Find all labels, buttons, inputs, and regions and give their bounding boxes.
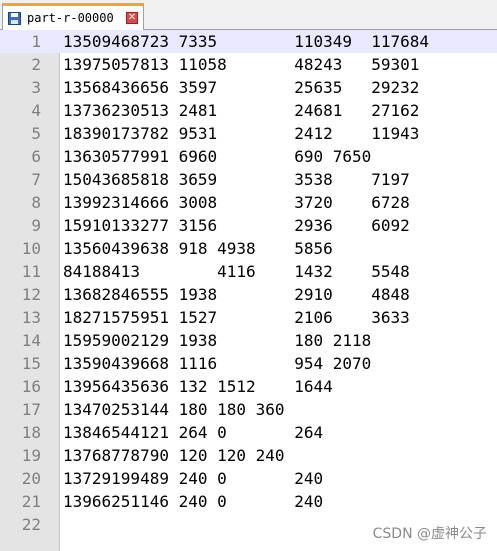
line-text: 18271575951 1527 2106 3633 <box>63 308 410 327</box>
line-number: 5 <box>31 124 41 143</box>
line-number: 2 <box>31 55 41 74</box>
line-number: 20 <box>21 469 41 488</box>
tab-bar: part-r-00000 ✕ <box>0 0 497 30</box>
editor-line[interactable]: 20 13729199489 240 0 240 <box>0 467 497 490</box>
line-text: 13966251146 240 0 240 <box>63 492 324 511</box>
editor-line[interactable]: 21 13966251146 240 0 240 <box>0 490 497 513</box>
line-number: 10 <box>21 239 41 258</box>
editor-line[interactable]: 4 13736230513 2481 24681 27162 <box>0 99 497 122</box>
editor-line[interactable]: 12 13682846555 1938 2910 4848 <box>0 283 497 306</box>
line-number: 21 <box>21 492 41 511</box>
line-text: 84188413 4116 1432 5548 <box>63 262 410 281</box>
line-text: 13509468723 7335 110349 117684 <box>63 32 430 51</box>
line-number: 9 <box>31 216 41 235</box>
editor-line[interactable]: 15 13590439668 1116 954 2070 <box>0 352 497 375</box>
line-number: 22 <box>21 515 41 534</box>
line-number: 13 <box>21 308 41 327</box>
line-number: 18 <box>21 423 41 442</box>
line-number: 4 <box>31 101 41 120</box>
editor-window: part-r-00000 ✕ 1 13509468723 7335 110349 … <box>0 0 497 551</box>
editor-line[interactable]: 16 13956435636 132 1512 1644 <box>0 375 497 398</box>
tab-part-r-00000[interactable]: part-r-00000 ✕ <box>2 3 144 30</box>
line-number: 14 <box>21 331 41 350</box>
line-text: 15959002129 1938 180 2118 <box>63 331 372 350</box>
line-number: 15 <box>21 354 41 373</box>
line-text: 13630577991 6960 690 7650 <box>63 147 372 166</box>
line-number: 7 <box>31 170 41 189</box>
tab-label: part-r-00000 <box>27 11 114 25</box>
line-text: 13975057813 11058 48243 59301 <box>63 55 420 74</box>
line-text: 13729199489 240 0 240 <box>63 469 324 488</box>
line-text: 13956435636 132 1512 1644 <box>63 377 333 396</box>
line-number: 17 <box>21 400 41 419</box>
line-text: 13568436656 3597 25635 29232 <box>63 78 420 97</box>
line-number: 8 <box>31 193 41 212</box>
editor-line[interactable]: 9 15910133277 3156 2936 6092 <box>0 214 497 237</box>
line-text: 13682846555 1938 2910 4848 <box>63 285 410 304</box>
editor-line[interactable]: 8 13992314666 3008 3720 6728 <box>0 191 497 214</box>
line-text: 13992314666 3008 3720 6728 <box>63 193 410 212</box>
line-number: 11 <box>21 262 41 281</box>
editor-line[interactable]: 1 13509468723 7335 110349 117684 <box>0 30 497 53</box>
line-number: 12 <box>21 285 41 304</box>
line-number: 1 <box>31 32 41 51</box>
line-text: 13736230513 2481 24681 27162 <box>63 101 420 120</box>
editor-line[interactable]: 3 13568436656 3597 25635 29232 <box>0 76 497 99</box>
editor-line[interactable]: 2 13975057813 11058 48243 59301 <box>0 53 497 76</box>
line-text: 15043685818 3659 3538 7197 <box>63 170 410 189</box>
line-text: 13590439668 1116 954 2070 <box>63 354 372 373</box>
editor-line[interactable]: 17 13470253144 180 180 360 <box>0 398 497 421</box>
line-text: 13560439638 918 4938 5856 <box>63 239 333 258</box>
line-text: 18390173782 9531 2412 11943 <box>63 124 420 143</box>
line-text: 13846544121 264 0 264 <box>63 423 324 442</box>
editor-line[interactable]: 7 15043685818 3659 3538 7197 <box>0 168 497 191</box>
line-text: 15910133277 3156 2936 6092 <box>63 216 410 235</box>
editor-line[interactable]: 10 13560439638 918 4938 5856 <box>0 237 497 260</box>
editor-line[interactable]: 19 13768778790 120 120 240 <box>0 444 497 467</box>
editor-area[interactable]: 1 13509468723 7335 110349 117684 2 13975057… <box>0 30 497 551</box>
close-icon[interactable]: ✕ <box>126 12 138 24</box>
editor-line[interactable]: 13 18271575951 1527 2106 3633 <box>0 306 497 329</box>
line-number: 19 <box>21 446 41 465</box>
line-text: 13768778790 120 120 240 <box>63 446 285 465</box>
line-number: 6 <box>31 147 41 166</box>
editor-line[interactable]: 18 13846544121 264 0 264 <box>0 421 497 444</box>
line-text: 13470253144 180 180 360 <box>63 400 285 419</box>
floppy-disk-icon <box>7 11 21 25</box>
editor-line[interactable]: 11 84188413 4116 1432 5548 <box>0 260 497 283</box>
watermark: CSDN @虚神公子 <box>372 526 487 542</box>
editor-line[interactable]: 14 15959002129 1938 180 2118 <box>0 329 497 352</box>
editor-line[interactable]: 5 18390173782 9531 2412 11943 <box>0 122 497 145</box>
line-number: 3 <box>31 78 41 97</box>
line-number: 16 <box>21 377 41 396</box>
editor-line[interactable]: 6 13630577991 6960 690 7650 <box>0 145 497 168</box>
